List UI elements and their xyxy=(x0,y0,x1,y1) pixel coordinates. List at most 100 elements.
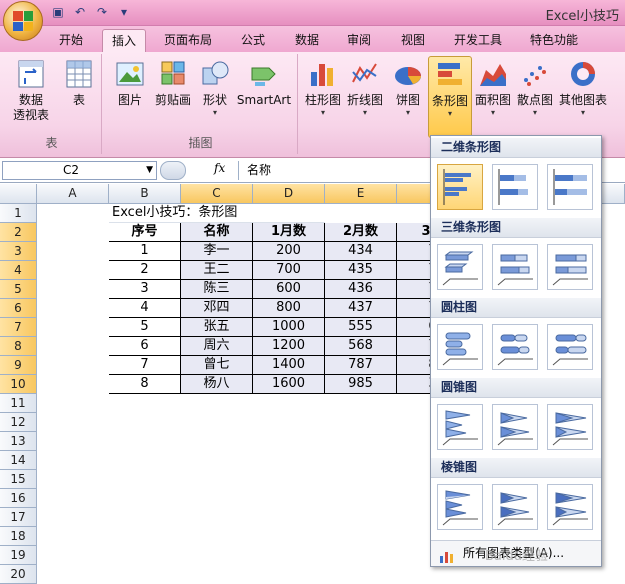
table-data-cell[interactable]: 700 xyxy=(253,261,325,280)
tab-insert[interactable]: 插入 xyxy=(102,29,146,52)
table-data-cell[interactable]: 3 xyxy=(109,280,181,299)
row-header[interactable]: 2 xyxy=(0,223,37,242)
clustered-pyramid-option[interactable] xyxy=(437,484,483,530)
column-header-c[interactable]: C xyxy=(181,184,253,204)
table-data-cell[interactable]: 8 xyxy=(109,375,181,394)
table-data-cell[interactable]: 5 xyxy=(109,318,181,337)
table-data-cell[interactable]: 王二 xyxy=(181,261,253,280)
select-all-corner[interactable] xyxy=(0,184,37,204)
picture-button[interactable]: 图片 xyxy=(110,58,150,108)
row-header[interactable]: 10 xyxy=(0,375,37,394)
table-data-cell[interactable]: 568 xyxy=(325,337,397,356)
row-header[interactable]: 9 xyxy=(0,356,37,375)
table-data-cell[interactable]: 张五 xyxy=(181,318,253,337)
sheet-title-cell[interactable]: Excel小技巧：条形图 xyxy=(109,204,325,223)
smartart-button[interactable]: SmartArt xyxy=(234,58,294,108)
column-header-a[interactable]: A xyxy=(37,184,109,204)
table-data-cell[interactable]: 陈三 xyxy=(181,280,253,299)
undo-icon[interactable]: ↶ xyxy=(72,4,88,20)
row-header[interactable]: 14 xyxy=(0,451,37,470)
row-header[interactable]: 5 xyxy=(0,280,37,299)
column-header-d[interactable]: D xyxy=(253,184,325,204)
scatter-chart-button[interactable]: 散点图 ▾ xyxy=(514,58,556,118)
customize-qat-icon[interactable]: ▾ xyxy=(116,4,132,20)
row-header[interactable]: 18 xyxy=(0,527,37,546)
tab-formulas[interactable]: 公式 xyxy=(232,29,274,52)
percent-stacked-bar-option[interactable] xyxy=(547,164,593,210)
table-data-cell[interactable]: 曾七 xyxy=(181,356,253,375)
name-box-dropdown-icon[interactable]: ▼ xyxy=(146,162,153,179)
clustered-cylinder-option[interactable] xyxy=(437,324,483,370)
tab-view[interactable]: 视图 xyxy=(392,29,434,52)
table-header-cell[interactable]: 2月数 xyxy=(325,223,397,242)
table-data-cell[interactable]: 7 xyxy=(109,356,181,375)
table-data-cell[interactable]: 2 xyxy=(109,261,181,280)
table-data-cell[interactable]: 787 xyxy=(325,356,397,375)
table-data-cell[interactable]: 1400 xyxy=(253,356,325,375)
stacked-cone-option[interactable] xyxy=(492,404,538,450)
clipart-button[interactable]: 剪贴画 xyxy=(150,58,196,108)
area-chart-button[interactable]: 面积图 ▾ xyxy=(472,58,514,118)
table-data-cell[interactable]: 200 xyxy=(253,242,325,261)
clustered-cone-option[interactable] xyxy=(437,404,483,450)
row-header[interactable]: 16 xyxy=(0,489,37,508)
table-data-cell[interactable]: 1000 xyxy=(253,318,325,337)
row-header[interactable]: 15 xyxy=(0,470,37,489)
tab-page-layout[interactable]: 页面布局 xyxy=(156,29,220,52)
tab-developer[interactable]: 开发工具 xyxy=(446,29,510,52)
redo-icon[interactable]: ↷ xyxy=(94,4,110,20)
percent-stacked-cone-option[interactable] xyxy=(547,404,593,450)
table-data-cell[interactable]: 555 xyxy=(325,318,397,337)
row-header[interactable]: 8 xyxy=(0,337,37,356)
stacked-cylinder-option[interactable] xyxy=(492,324,538,370)
table-data-cell[interactable]: 600 xyxy=(253,280,325,299)
table-header-cell[interactable]: 名称 xyxy=(181,223,253,242)
tab-review[interactable]: 审阅 xyxy=(338,29,380,52)
row-header[interactable]: 11 xyxy=(0,394,37,413)
name-box[interactable]: C2 ▼ xyxy=(2,161,157,180)
column-header-e[interactable]: E xyxy=(325,184,397,204)
column-header-b[interactable]: B xyxy=(109,184,181,204)
pivot-table-button[interactable]: 数据 透视表 xyxy=(6,58,56,123)
table-header-cell[interactable]: 序号 xyxy=(109,223,181,242)
3d-stacked-bar-option[interactable] xyxy=(492,244,538,290)
table-header-cell[interactable]: 1月数 xyxy=(253,223,325,242)
table-data-cell[interactable]: 周六 xyxy=(181,337,253,356)
table-data-cell[interactable]: 437 xyxy=(325,299,397,318)
row-header[interactable]: 17 xyxy=(0,508,37,527)
row-header[interactable]: 6 xyxy=(0,299,37,318)
bar-chart-button[interactable]: 条形图 ▾ xyxy=(428,56,472,138)
stacked-bar-option[interactable] xyxy=(492,164,538,210)
row-header[interactable]: 13 xyxy=(0,432,37,451)
table-data-cell[interactable]: 1600 xyxy=(253,375,325,394)
row-header[interactable]: 12 xyxy=(0,413,37,432)
table-data-cell[interactable]: 436 xyxy=(325,280,397,299)
column-chart-button[interactable]: 柱形图 ▾ xyxy=(302,58,344,118)
table-data-cell[interactable]: 1200 xyxy=(253,337,325,356)
row-header[interactable]: 20 xyxy=(0,565,37,584)
table-data-cell[interactable]: 800 xyxy=(253,299,325,318)
tab-data[interactable]: 数据 xyxy=(286,29,328,52)
row-header[interactable]: 4 xyxy=(0,261,37,280)
table-data-cell[interactable]: 李一 xyxy=(181,242,253,261)
tab-special-features[interactable]: 特色功能 xyxy=(522,29,586,52)
table-data-cell[interactable]: 985 xyxy=(325,375,397,394)
percent-stacked-pyramid-option[interactable] xyxy=(547,484,593,530)
office-button[interactable] xyxy=(3,1,43,41)
tab-home[interactable]: 开始 xyxy=(50,29,92,52)
percent-stacked-cylinder-option[interactable] xyxy=(547,324,593,370)
table-data-cell[interactable]: 1 xyxy=(109,242,181,261)
stacked-pyramid-option[interactable] xyxy=(492,484,538,530)
table-data-cell[interactable]: 杨八 xyxy=(181,375,253,394)
table-data-cell[interactable]: 4 xyxy=(109,299,181,318)
row-header[interactable]: 3 xyxy=(0,242,37,261)
table-data-cell[interactable]: 6 xyxy=(109,337,181,356)
line-chart-button[interactable]: 折线图 ▾ xyxy=(344,58,386,118)
row-header[interactable]: 1 xyxy=(0,204,37,223)
3d-clustered-bar-option[interactable] xyxy=(437,244,483,290)
row-header[interactable]: 7 xyxy=(0,318,37,337)
table-data-cell[interactable]: 434 xyxy=(325,242,397,261)
row-header[interactable]: 19 xyxy=(0,546,37,565)
formula-separator[interactable] xyxy=(160,161,186,180)
save-icon[interactable]: ▣ xyxy=(50,4,66,20)
